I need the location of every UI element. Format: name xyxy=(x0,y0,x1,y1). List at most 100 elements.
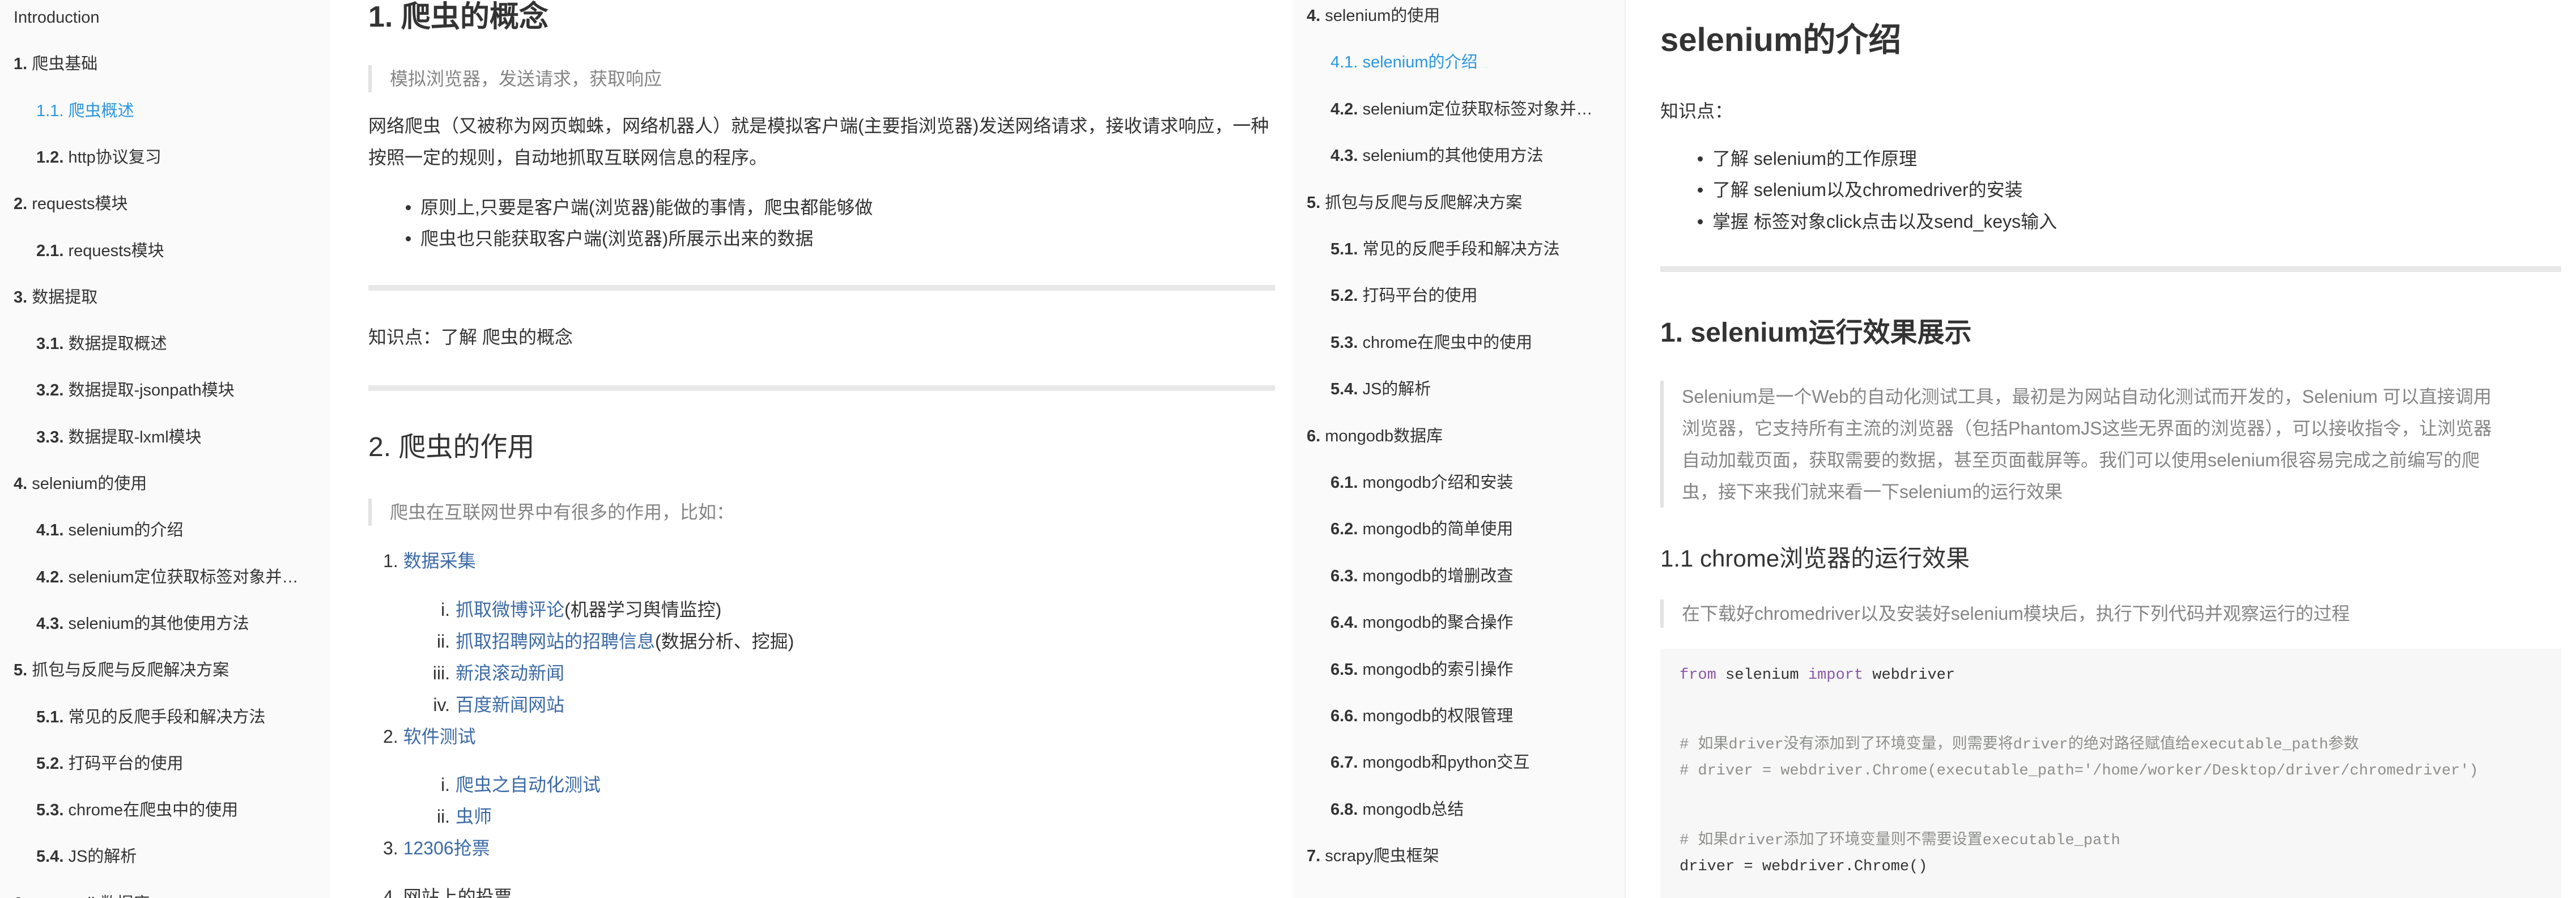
usage-list-item: ii. 抓取招聘网站的招聘信息(数据分析、挖掘) xyxy=(415,625,794,657)
list-link[interactable]: 百度新闻网站 xyxy=(456,695,564,715)
left-sidebar-item[interactable]: Introduction xyxy=(0,6,314,29)
quote-line: 虫，接下来我们就来看一下selenium的运行效果 xyxy=(1682,482,2063,502)
right-sidebar-item-label: JS的解析 xyxy=(1362,380,1431,399)
left-sidebar-item[interactable]: 1.2. http协议复习 xyxy=(0,146,314,169)
right-sidebar-item[interactable]: 7. scrapy爬虫框架 xyxy=(1293,845,1608,867)
right-sidebar-item[interactable]: 6.8. mongodb总结 xyxy=(1293,798,1608,821)
left-sidebar-item-label: selenium的介绍 xyxy=(68,521,184,540)
left-sidebar-item[interactable]: 5.3. chrome在爬虫中的使用 xyxy=(0,799,314,822)
left-sidebar-item[interactable]: 4.2. selenium定位获取标签对象并… xyxy=(0,566,314,589)
bullet-dot xyxy=(406,205,411,210)
right-sidebar-item[interactable]: 5.4. JS的解析 xyxy=(1293,378,1608,401)
right-sidebar-item[interactable]: 5.1. 常见的反爬手段和解决方法 xyxy=(1293,238,1608,261)
right-sidebar-item[interactable]: 6.4. mongodb的聚合操作 xyxy=(1293,611,1608,634)
left-sidebar-item[interactable]: 3.1. 数据提取概述 xyxy=(0,333,314,355)
left-sidebar-item-number: 6. xyxy=(14,895,32,898)
right-sidebar-item-number: 6.3. xyxy=(1330,567,1363,585)
list-marker: ii. xyxy=(436,631,450,652)
section-heading: 1. selenium运行效果展示 xyxy=(1660,318,1972,348)
left-sidebar-item-number: 5.4. xyxy=(36,848,69,866)
list-link[interactable]: 抓取招聘网站的招聘信息 xyxy=(456,631,655,652)
left-sidebar-item[interactable]: 4.1. selenium的介绍 xyxy=(0,519,314,542)
left-sidebar-item[interactable]: 2.1. requests模块 xyxy=(0,240,314,262)
right-sidebar-item[interactable]: 5. 抓包与反爬与反爬解决方案 xyxy=(1293,191,1608,214)
right-sidebar-scrollbar[interactable] xyxy=(1625,0,1626,898)
left-sidebar-item[interactable]: 6. mongodb数据库 xyxy=(0,892,314,898)
right-sidebar-item[interactable]: 5.2. 打码平台的使用 xyxy=(1293,284,1608,307)
code-comment: # 如果driver没有添加到了环境变量，则需要将driver的绝对路径赋值给e… xyxy=(1680,737,2359,754)
left-sidebar-item-label: 抓包与反爬与反爬解决方案 xyxy=(32,661,229,680)
left-sidebar-item[interactable]: 4.3. selenium的其他使用方法 xyxy=(0,612,314,635)
list-item: 了解 selenium以及chromedriver的安装 xyxy=(1712,180,2023,200)
right-sidebar-item[interactable]: 5.3. chrome在爬虫中的使用 xyxy=(1293,331,1608,354)
left-sidebar-item-label: 数据提取概述 xyxy=(68,335,167,354)
code-keyword: from xyxy=(1680,667,1716,684)
right-sidebar-item[interactable]: 6.3. mongodb的增删改查 xyxy=(1293,565,1608,588)
right-sidebar-item-label: selenium的其他使用方法 xyxy=(1362,147,1544,165)
right-sidebar-item-label: mongodb的聚合操作 xyxy=(1362,614,1514,632)
right-sidebar-item[interactable]: 6.2. mongodb的简单使用 xyxy=(1293,518,1608,540)
left-sidebar-item[interactable]: 1.1. 爬虫概述 xyxy=(0,100,314,122)
left-sidebar-item[interactable]: 3.3. 数据提取-lxml模块 xyxy=(0,426,314,449)
divider xyxy=(368,385,1275,391)
left-sidebar-item[interactable]: 2. requests模块 xyxy=(0,193,314,215)
left-sidebar-nav: Introduction 1. 爬虫基础 1.1. 爬虫概述 1.2. http协议复… xyxy=(0,0,314,898)
left-sidebar-item[interactable]: 5.4. JS的解析 xyxy=(0,845,314,868)
usage-quote: 爬虫在互联网世界中有很多的作用，比如： xyxy=(368,499,734,526)
code-keyword: import xyxy=(1808,667,1864,684)
right-sidebar-item-number: 6.4. xyxy=(1330,614,1363,632)
right-sidebar-item[interactable]: 4.3. selenium的其他使用方法 xyxy=(1293,144,1608,167)
right-sidebar-item[interactable]: 6.1. mongodb介绍和安装 xyxy=(1293,471,1608,494)
setup-quote-text: 在下载好chromedriver以及安装好selenium模块后，执行下列代码并… xyxy=(1682,603,2350,624)
code-block: from selenium import webdriver # 如果drive… xyxy=(1660,649,2561,898)
left-sidebar-item[interactable]: 1. 爬虫基础 xyxy=(0,53,314,75)
list-link[interactable]: 软件测试 xyxy=(403,726,476,747)
list-link[interactable]: 虫师 xyxy=(456,806,492,827)
right-sidebar-item[interactable]: 4.2. selenium定位获取标签对象并… xyxy=(1293,98,1608,121)
right-sidebar-item[interactable]: 4. selenium的使用 xyxy=(1293,5,1608,27)
selenium-intro-quote: Selenium是一个Web的自动化测试工具，最初是为网站自动化测试而开发的，S… xyxy=(1660,381,2566,508)
usage-list-item: 3. 12306抢票 xyxy=(383,832,490,864)
left-sidebar-item[interactable]: 4. selenium的使用 xyxy=(0,473,314,495)
list-link[interactable]: 12306抢票 xyxy=(403,838,490,858)
definition-paragraph: 网络爬虫（又被称为网页蜘蛛，网络机器人）就是模拟客户端(主要指浏览器)发送网络请… xyxy=(368,116,1269,168)
bullet-dot xyxy=(1698,188,1703,193)
right-sidebar-item-label: 打码平台的使用 xyxy=(1362,287,1478,305)
list-marker: i. xyxy=(441,599,450,620)
left-sidebar-item-number: 3.3. xyxy=(36,428,69,446)
right-sidebar-item-label: 常见的反爬手段和解决方法 xyxy=(1362,240,1560,258)
right-sidebar-item-label: mongodb的权限管理 xyxy=(1362,707,1514,725)
right-sidebar-item-number: 6.5. xyxy=(1330,660,1363,679)
left-sidebar-item-label: 数据提取 xyxy=(32,288,98,307)
right-sidebar-item[interactable]: 6.6. mongodb的权限管理 xyxy=(1293,705,1608,727)
right-sidebar-item-number: 5.1. xyxy=(1330,240,1363,258)
right-sidebar-item[interactable]: 4.1. selenium的介绍 xyxy=(1293,51,1608,74)
left-sidebar-item[interactable]: 5.1. 常见的反爬手段和解决方法 xyxy=(0,706,314,729)
left-sidebar-item-number: 1. xyxy=(14,55,32,74)
list-link[interactable]: 新浪滚动新闻 xyxy=(456,663,564,683)
left-sidebar-item[interactable]: 3.2. 数据提取-jsonpath模块 xyxy=(0,379,314,402)
list-link[interactable]: 数据采集 xyxy=(403,551,476,571)
right-sidebar-item-label: chrome在爬虫中的使用 xyxy=(1362,333,1533,352)
left-sidebar-item[interactable]: 3. 数据提取 xyxy=(0,286,314,309)
left-content: 1. 爬虫的概念 模拟浏览器，发送请求，获取响应 网络爬虫（又被称为网页蜘蛛，网… xyxy=(347,0,1292,898)
right-sidebar-item[interactable]: 6.7. mongodb和python交互 xyxy=(1293,751,1608,774)
right-sidebar-item[interactable]: 6.5. mongodb的索引操作 xyxy=(1293,658,1608,681)
list-link[interactable]: 抓取微博评论 xyxy=(456,599,564,620)
right-sidebar-item-label: mongodb数据库 xyxy=(1325,427,1443,445)
page-title: selenium的介绍 xyxy=(1660,22,1902,58)
right-sidebar-item-number: 6.1. xyxy=(1330,474,1363,492)
intro-quote: 模拟浏览器，发送请求，获取响应 xyxy=(368,65,662,92)
right-sidebar-item-number: 6.7. xyxy=(1330,754,1363,772)
left-sidebar-item[interactable]: 5.2. 打码平台的使用 xyxy=(0,752,314,775)
right-sidebar-item[interactable]: 6. mongodb数据库 xyxy=(1293,425,1608,448)
list-link[interactable]: 爬虫之自动化测试 xyxy=(456,774,601,795)
subsection-heading: 1.1 chrome浏览器的运行效果 xyxy=(1660,545,1970,572)
list-marker: 1. xyxy=(383,551,403,571)
right-sidebar-item-number: 6.6. xyxy=(1330,707,1363,725)
left-sidebar-item[interactable]: 5. 抓包与反爬与反爬解决方案 xyxy=(0,659,314,682)
left-sidebar-item-number: 3.2. xyxy=(36,381,69,400)
usage-list-item: iv. 百度新闻网站 xyxy=(415,689,564,721)
left-sidebar-item-label: 爬虫概述 xyxy=(68,101,134,120)
left-sidebar-item-number: 5.3. xyxy=(36,801,69,820)
